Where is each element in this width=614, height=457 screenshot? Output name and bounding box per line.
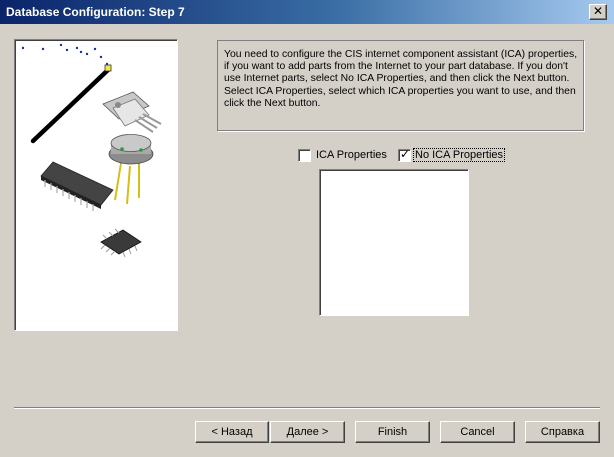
wizard-illustration — [14, 39, 178, 331]
instructions-text: You need to configure the CIS internet c… — [217, 40, 584, 131]
cancel-button[interactable]: Cancel — [440, 421, 515, 443]
next-button[interactable]: Далее > — [270, 421, 345, 443]
help-button[interactable]: Справка — [525, 421, 600, 443]
no-ica-properties-label[interactable]: No ICA Properties — [412, 148, 506, 162]
button-separator — [14, 407, 600, 409]
back-button[interactable]: < Назад — [195, 421, 269, 443]
title-bar[interactable]: Database Configuration: Step 7 ✕ — [0, 0, 614, 24]
close-icon: ✕ — [592, 4, 604, 18]
ica-properties-checkbox[interactable] — [298, 149, 311, 162]
finish-button[interactable]: Finish — [355, 421, 430, 443]
electronic-components-icon — [21, 43, 162, 258]
no-ica-properties-checkbox[interactable]: ✓ — [398, 147, 411, 162]
checkmark-icon: ✓ — [400, 147, 411, 161]
ica-properties-label[interactable]: ICA Properties — [316, 149, 387, 161]
ica-properties-list[interactable] — [319, 169, 469, 316]
dialog-window: Database Configuration: Step 7 ✕ You nee… — [0, 0, 614, 457]
close-button[interactable]: ✕ — [589, 4, 607, 20]
window-title: Database Configuration: Step 7 — [6, 5, 185, 19]
